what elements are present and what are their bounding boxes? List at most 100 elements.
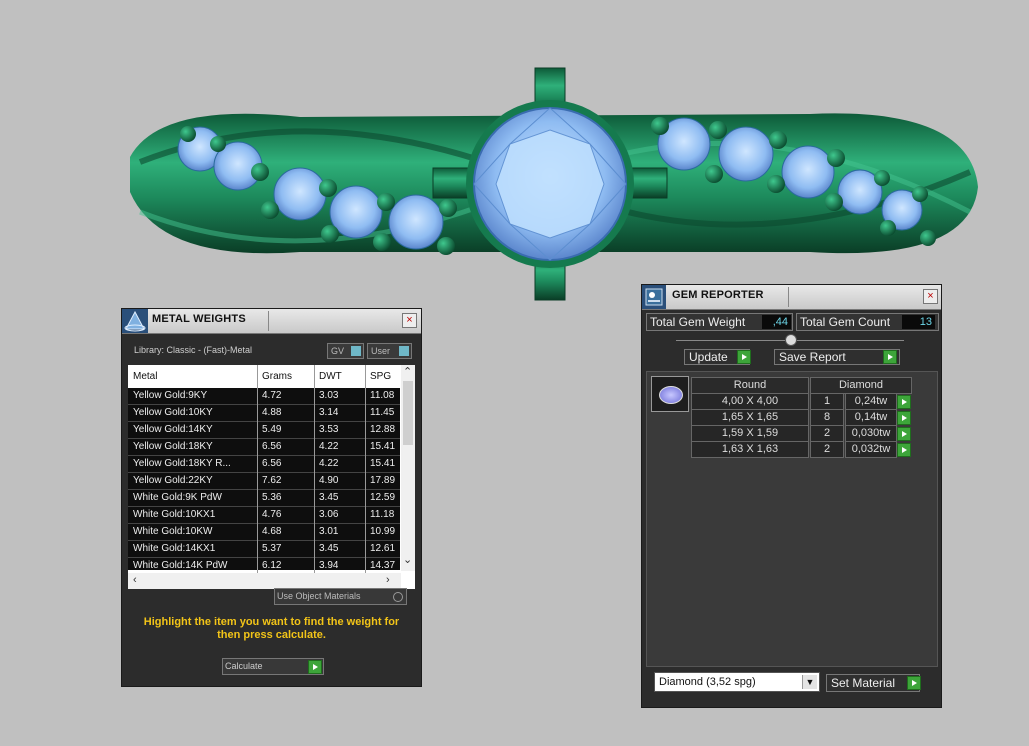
- gv-toggle[interactable]: GV: [327, 343, 364, 359]
- spg-cell: 12.59: [370, 492, 396, 503]
- gem-reporter-titlebar[interactable]: GEM REPORTER ×: [642, 285, 941, 310]
- gem-row-go-icon[interactable]: [897, 411, 911, 425]
- spg-cell: 14.37: [370, 560, 396, 570]
- vertical-scrollbar[interactable]: ⌃ ⌄: [401, 365, 415, 571]
- gem-weight-cell[interactable]: 0,14tw: [845, 409, 897, 426]
- gem-row-go-icon[interactable]: [897, 395, 911, 409]
- metal-cell: White Gold:10KX1: [133, 509, 216, 520]
- grams-cell: 6.12: [262, 560, 282, 570]
- use-object-materials-checkbox[interactable]: Use Object Materials: [274, 588, 407, 605]
- material-select[interactable]: Diamond (3,52 spg) ▼: [654, 672, 820, 692]
- save-report-label: Save Report: [779, 350, 846, 364]
- gem-material-header: Diamond: [810, 377, 912, 394]
- calculate-button[interactable]: [308, 660, 322, 674]
- gem-row-go-icon[interactable]: [897, 427, 911, 441]
- gem-weight-cell[interactable]: 0,032tw: [845, 441, 897, 458]
- gem-weight-cell[interactable]: 0,24tw: [845, 393, 897, 410]
- total-gem-count-value: 13: [902, 315, 935, 329]
- update-go-icon[interactable]: [737, 350, 751, 364]
- gem-size-cell[interactable]: 1,65 X 1,65: [691, 409, 809, 426]
- table-row[interactable]: White Gold:14KX1 5.37 3.45 12.61: [128, 541, 400, 558]
- grams-cell: 5.37: [262, 543, 282, 554]
- user-toggle[interactable]: User: [367, 343, 412, 359]
- column-header-dwt[interactable]: DWT: [319, 371, 342, 382]
- scroll-down-icon[interactable]: ⌄: [403, 553, 412, 566]
- slider-handle-icon[interactable]: [785, 334, 797, 346]
- calculate-label: Calculate: [225, 661, 263, 671]
- gem-weight-cell[interactable]: 0,030tw: [845, 425, 897, 442]
- close-icon[interactable]: ×: [923, 289, 938, 304]
- gem-thumbnail[interactable]: [651, 376, 689, 412]
- title-divider: [268, 311, 269, 331]
- dwt-cell: 3.03: [319, 390, 339, 401]
- metal-weights-app-icon: [122, 309, 148, 333]
- save-report-go-icon[interactable]: [883, 350, 897, 364]
- use-object-materials-label: Use Object Materials: [277, 591, 361, 601]
- dwt-cell: 4.90: [319, 475, 339, 486]
- table-row[interactable]: White Gold:10KW 4.68 3.01 10.99: [128, 524, 400, 541]
- table-row[interactable]: Yellow Gold:9KY 4.72 3.03 11.08: [128, 388, 400, 405]
- gem-size-cell[interactable]: 4,00 X 4,00: [691, 393, 809, 410]
- table-row[interactable]: White Gold:9K PdW 5.36 3.45 12.59: [128, 490, 400, 507]
- metal-cell: Yellow Gold:22KY: [133, 475, 213, 486]
- table-row[interactable]: White Gold:14K PdW 6.12 3.94 14.37: [128, 558, 400, 570]
- grams-cell: 4.88: [262, 407, 282, 418]
- gem-count-cell[interactable]: 2: [810, 441, 844, 458]
- column-divider: [365, 365, 366, 573]
- horizontal-scrollbar[interactable]: ‹ ›: [128, 573, 401, 589]
- spg-cell: 11.08: [370, 390, 395, 401]
- gem-reporter-panel: GEM REPORTER × Total Gem Weight ,44 Tota…: [641, 284, 942, 708]
- spg-cell: 10.99: [370, 526, 396, 537]
- gem-size-cell[interactable]: 1,59 X 1,59: [691, 425, 809, 442]
- metal-cell: Yellow Gold:18KY: [133, 441, 213, 452]
- gem-count-cell[interactable]: 8: [810, 409, 844, 426]
- gem-list-area[interactable]: Round Diamond 4,00 X 4,00 1 0,24tw 1,65 X 1…: [646, 371, 938, 667]
- spg-cell: 15.41: [370, 441, 396, 452]
- metal-cell: White Gold:9K PdW: [133, 492, 222, 503]
- dwt-cell: 3.06: [319, 509, 339, 520]
- set-material-button[interactable]: Set Material: [826, 674, 920, 692]
- radio-icon[interactable]: [393, 592, 403, 602]
- table-row[interactable]: Yellow Gold:18KY 6.56 4.22 15.41: [128, 439, 400, 456]
- gem-shape-header: Round: [691, 377, 809, 394]
- gem-size-cell[interactable]: 1,63 X 1,63: [691, 441, 809, 458]
- table-row[interactable]: Yellow Gold:22KY 7.62 4.90 17.89: [128, 473, 400, 490]
- table-row[interactable]: Yellow Gold:10KY 4.88 3.14 11.45: [128, 405, 400, 422]
- dwt-cell: 3.45: [319, 492, 339, 503]
- table-row[interactable]: White Gold:10KX1 4.76 3.06 11.18: [128, 507, 400, 524]
- metal-table[interactable]: Metal Grams DWT SPG Yellow Gold:9KY 4.72 3…: [128, 365, 415, 589]
- table-row[interactable]: Yellow Gold:18KY R... 6.56 4.22 15.41: [128, 456, 400, 473]
- scroll-right-icon[interactable]: ›: [386, 574, 390, 586]
- grams-cell: 5.49: [262, 424, 282, 435]
- metal-weights-titlebar[interactable]: METAL WEIGHTS ×: [122, 309, 421, 334]
- scroll-up-icon[interactable]: ⌃: [403, 365, 412, 378]
- gem-count-cell[interactable]: 2: [810, 425, 844, 442]
- dwt-cell: 3.01: [319, 526, 339, 537]
- ring-render[interactable]: [120, 62, 990, 307]
- column-header-grams[interactable]: Grams: [262, 371, 292, 382]
- dwt-cell: 3.45: [319, 543, 339, 554]
- gem-row-go-icon[interactable]: [897, 443, 911, 457]
- metal-cell: Yellow Gold:9KY: [133, 390, 208, 401]
- instruction-text: Highlight the item you want to find the …: [143, 616, 400, 641]
- column-header-metal[interactable]: Metal: [133, 371, 157, 382]
- scroll-left-icon[interactable]: ‹: [133, 574, 137, 586]
- center-stone-setting: [432, 67, 668, 301]
- gem-count-cell[interactable]: 1: [810, 393, 844, 410]
- dropdown-arrow-icon[interactable]: ▼: [802, 675, 817, 689]
- grams-cell: 4.76: [262, 509, 282, 520]
- close-icon[interactable]: ×: [402, 313, 417, 328]
- table-header: Metal Grams DWT SPG: [128, 365, 400, 387]
- column-divider: [314, 365, 315, 573]
- title-divider: [788, 287, 789, 307]
- scroll-thumb[interactable]: [403, 381, 413, 445]
- column-header-spg[interactable]: SPG: [370, 371, 391, 382]
- spg-cell: 11.18: [370, 509, 395, 520]
- set-material-go-icon[interactable]: [907, 676, 921, 690]
- table-row[interactable]: Yellow Gold:14KY 5.49 3.53 12.88: [128, 422, 400, 439]
- user-toggle-label: User: [371, 346, 391, 356]
- grams-cell: 6.56: [262, 458, 282, 469]
- metal-cell: Yellow Gold:10KY: [133, 407, 213, 418]
- save-report-button[interactable]: Save Report: [774, 349, 900, 365]
- metal-weights-title: METAL WEIGHTS: [152, 313, 246, 325]
